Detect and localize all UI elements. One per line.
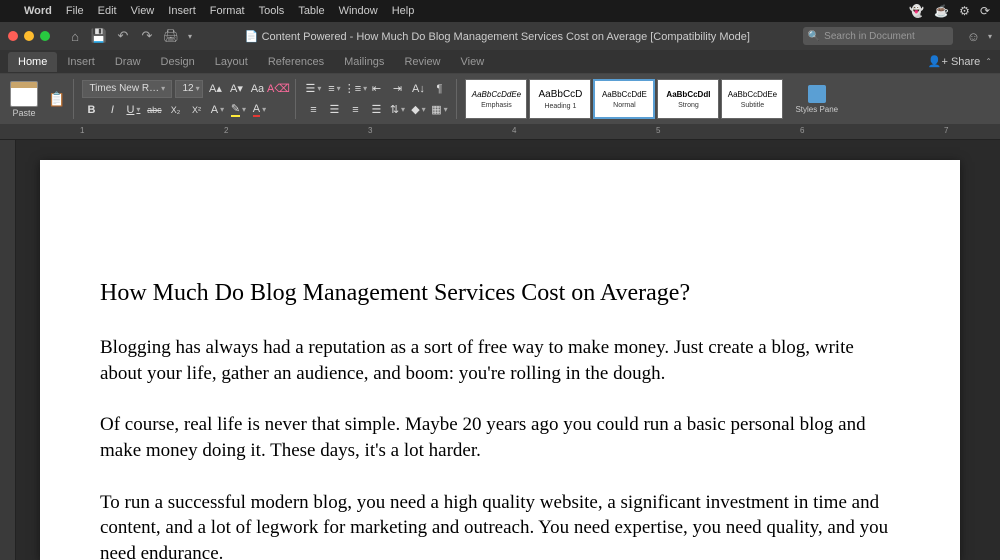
tab-draw[interactable]: Draw [105,52,151,72]
shrink-font-icon[interactable]: A▾ [227,80,245,98]
save-icon[interactable]: 💾 [90,27,108,45]
coffee-icon[interactable]: ☕ [934,4,949,18]
doc-heading[interactable]: How Much Do Blog Management Services Cos… [100,280,900,307]
clipboard-brush-icon[interactable]: 📋 [48,91,65,108]
ribbon: Paste 📋 Times New R…▾ 12▾ A▴ A▾ Aa A⌫ B … [0,74,1000,124]
home-icon[interactable]: ⌂ [66,27,84,45]
bullet-list-icon[interactable]: ☰▾ [304,80,322,98]
change-case-icon[interactable]: Aa [248,80,266,98]
grow-font-icon[interactable]: A▴ [206,80,224,98]
font-name-select[interactable]: Times New R…▾ [82,80,172,98]
tab-view[interactable]: View [451,52,495,72]
number-list-icon[interactable]: ≡▾ [325,80,343,98]
paste-icon[interactable] [10,81,38,107]
settings-icon[interactable]: ⚙ [959,4,970,18]
horizontal-ruler[interactable]: 1 2 3 4 5 6 7 [0,124,1000,140]
print-icon[interactable]: 🖨 [162,27,180,45]
tab-insert[interactable]: Insert [57,52,105,72]
titlebar-dropdown[interactable]: ▾ [988,32,992,41]
app-name[interactable]: Word [24,5,52,17]
indent-right-icon[interactable]: ⇥ [388,80,406,98]
document-area: How Much Do Blog Management Services Cos… [0,140,1000,560]
ghost-icon[interactable]: 👻 [909,4,924,18]
borders-icon[interactable]: ▦▾ [430,101,448,119]
ribbon-tabs: Home Insert Draw Design Layout Reference… [0,50,1000,74]
document-title: 📄 Content Powered - How Much Do Blog Man… [198,30,797,43]
superscript-button[interactable]: X² [187,101,205,119]
redo-icon[interactable]: ↷ [138,27,156,45]
strikethrough-button[interactable]: abc [145,101,163,119]
font-color-button[interactable]: A▾ [208,101,226,119]
tab-home[interactable]: Home [8,52,57,72]
styles-gallery: AaBbCcDdEe Emphasis AaBbCcD Heading 1 Aa… [465,79,783,119]
font-size-select[interactable]: 12▾ [175,80,203,98]
sort-icon[interactable]: A↓ [409,80,427,98]
menu-table[interactable]: Table [298,5,324,17]
styles-pane-icon [808,85,826,103]
style-normal[interactable]: AaBbCcDdE Normal [593,79,655,119]
paragraph-group: ☰▾ ≡▾ ⋮≡▾ ⇤ ⇥ A↓ ¶ ≡ ☰ ≡ ☰ ⇅▾ ◆▾ ▦▾ [304,80,448,119]
align-right-icon[interactable]: ≡ [346,101,364,119]
font-group: Times New R…▾ 12▾ A▴ A▾ Aa A⌫ B I U▾ abc… [82,80,287,119]
text-color-button[interactable]: A▾ [250,101,268,119]
emoji-icon[interactable]: ☺ [967,29,980,44]
tab-review[interactable]: Review [394,52,450,72]
styles-pane-button[interactable]: Styles Pane [795,85,838,114]
menu-window[interactable]: Window [339,5,378,17]
indent-left-icon[interactable]: ⇤ [367,80,385,98]
menu-view[interactable]: View [131,5,155,17]
style-heading1[interactable]: AaBbCcD Heading 1 [529,79,591,119]
menu-file[interactable]: File [66,5,84,17]
search-input[interactable]: 🔍 Search in Document [803,27,953,45]
qat-dropdown[interactable]: ▾ [188,32,192,41]
document-page[interactable]: How Much Do Blog Management Services Cos… [40,160,960,560]
menu-tools[interactable]: Tools [259,5,285,17]
menu-edit[interactable]: Edit [98,5,117,17]
line-spacing-icon[interactable]: ⇅▾ [388,101,406,119]
italic-button[interactable]: I [103,101,121,119]
vertical-ruler[interactable] [0,140,16,560]
shading-icon[interactable]: ◆▾ [409,101,427,119]
paragraph-marks-icon[interactable]: ¶ [430,80,448,98]
share-icon: 👤+ [928,55,948,68]
window-controls [8,31,50,41]
doc-paragraph[interactable]: Of course, real life is never that simpl… [100,412,900,463]
minimize-button[interactable] [24,31,34,41]
menu-format[interactable]: Format [210,5,245,17]
menu-help[interactable]: Help [392,5,415,17]
undo-icon[interactable]: ↶ [114,27,132,45]
tab-layout[interactable]: Layout [205,52,258,72]
bold-button[interactable]: B [82,101,100,119]
window-titlebar: ⌂ 💾 ↶ ↷ 🖨 ▾ 📄 Content Powered - How Much… [0,22,1000,50]
style-emphasis[interactable]: AaBbCcDdEe Emphasis [465,79,527,119]
style-subtitle[interactable]: AaBbCcDdEe Subtitle [721,79,783,119]
tab-references[interactable]: References [258,52,334,72]
search-icon: 🔍 [808,31,820,42]
justify-icon[interactable]: ☰ [367,101,385,119]
align-left-icon[interactable]: ≡ [304,101,322,119]
highlight-button[interactable]: ✎▾ [229,101,247,119]
subscript-button[interactable]: X₂ [166,101,184,119]
paste-label[interactable]: Paste [12,108,35,118]
tab-design[interactable]: Design [151,52,205,72]
paste-group: Paste [8,79,40,120]
zoom-button[interactable] [40,31,50,41]
style-strong[interactable]: AaBbCcDdI Strong [657,79,719,119]
multilevel-list-icon[interactable]: ⋮≡▾ [346,80,364,98]
share-button[interactable]: 👤+ Share ⌃ [928,55,992,68]
align-center-icon[interactable]: ☰ [325,101,343,119]
doc-paragraph[interactable]: Blogging has always had a reputation as … [100,335,900,386]
close-button[interactable] [8,31,18,41]
macos-menubar: Word File Edit View Insert Format Tools … [0,0,1000,22]
tab-mailings[interactable]: Mailings [334,52,394,72]
clear-format-icon[interactable]: A⌫ [269,80,287,98]
doc-paragraph[interactable]: To run a successful modern blog, you nee… [100,490,900,560]
menu-insert[interactable]: Insert [168,5,196,17]
sync-icon[interactable]: ⟳ [980,4,990,18]
underline-button[interactable]: U▾ [124,101,142,119]
word-doc-icon: 📄 [245,31,259,43]
